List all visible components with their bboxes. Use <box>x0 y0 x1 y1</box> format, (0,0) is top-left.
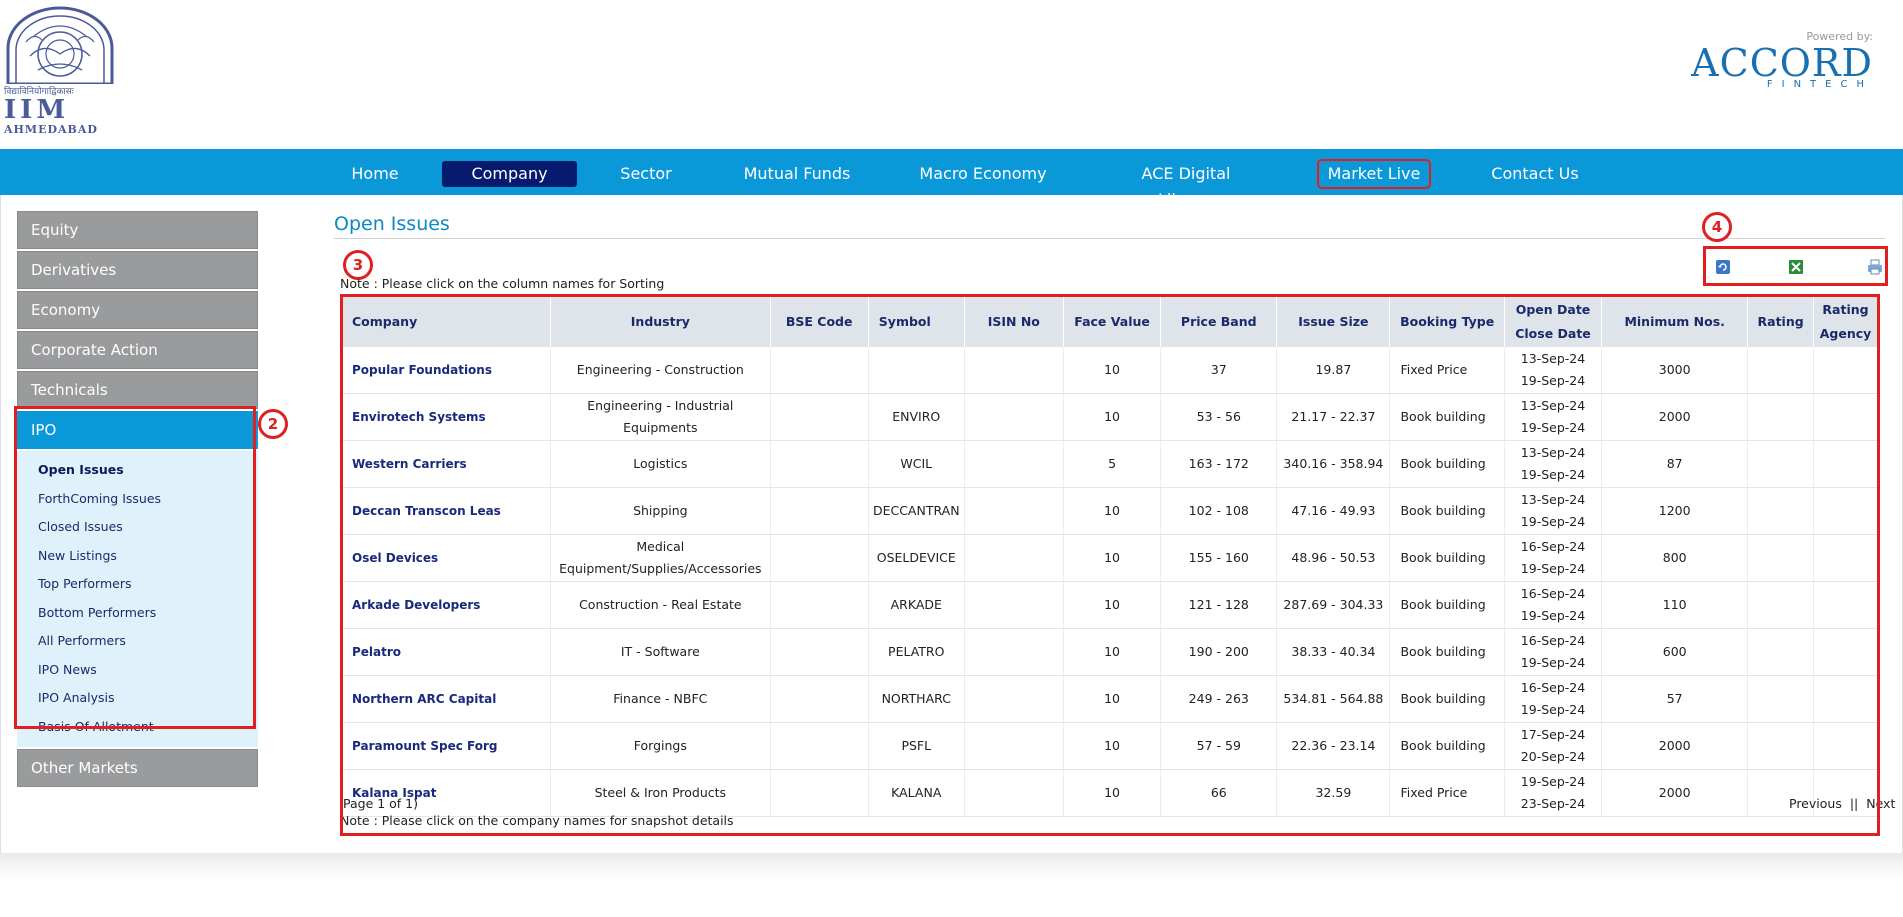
annotation-marker-2: 2 <box>258 409 288 439</box>
sidebar-item-equity[interactable]: Equity <box>17 211 258 249</box>
sidebar-item-derivatives[interactable]: Derivatives <box>17 251 258 289</box>
nav-sector[interactable]: Sector <box>612 161 680 187</box>
footer-strip <box>0 853 1903 917</box>
accord-logo[interactable]: Powered by: ACCORD FINTECH <box>1683 30 1873 110</box>
annotation-box-table <box>340 294 1880 836</box>
iim-seal-icon <box>6 6 114 84</box>
nav-home[interactable]: Home <box>338 161 412 187</box>
annotation-box-ipo-menu <box>14 406 256 729</box>
nav-macro-economy[interactable]: Macro Economy <box>917 161 1049 187</box>
sort-note: Note : Please click on the column names … <box>340 276 665 291</box>
iim-abbr: IIM <box>4 95 70 125</box>
annotation-marker-4: 4 <box>1702 212 1732 242</box>
annotation-box-tools <box>1703 246 1888 286</box>
print-icon[interactable] <box>1867 259 1883 275</box>
iim-logo[interactable]: विद्याविनियोगाद्विकासः IIM AHMEDABAD <box>4 6 116 136</box>
sidebar-item-economy[interactable]: Economy <box>17 291 258 329</box>
frame-left-border <box>0 195 1 855</box>
site-header: विद्याविनियोगाद्विकासः IIM AHMEDABAD Pow… <box>0 0 1903 149</box>
iim-text-block: विद्याविनियोगाद्विकासः IIM AHMEDABAD <box>4 84 116 136</box>
nav-company[interactable]: Company <box>442 161 577 187</box>
accord-brand: ACCORD <box>1691 41 1873 85</box>
sidebar-item-corporate-action[interactable]: Corporate Action <box>17 331 258 369</box>
nav-market-live[interactable]: Market Live <box>1317 159 1431 189</box>
main-nav: Home Company Sector Mutual Funds Macro E… <box>0 149 1903 209</box>
nav-mutual-funds[interactable]: Mutual Funds <box>740 161 854 187</box>
refresh-icon[interactable] <box>1715 259 1731 275</box>
nav-ace-digital-library[interactable]: ACE Digital Library <box>1112 161 1260 209</box>
iim-city: AHMEDABAD <box>4 123 98 136</box>
title-divider <box>334 238 1885 239</box>
sidebar-item-technicals[interactable]: Technicals <box>17 371 258 409</box>
nav-contact-us[interactable]: Contact Us <box>1487 161 1583 187</box>
page-title: Open Issues <box>334 213 450 235</box>
sidebar-item-other-markets[interactable]: Other Markets <box>17 749 258 787</box>
excel-icon[interactable] <box>1788 259 1804 275</box>
